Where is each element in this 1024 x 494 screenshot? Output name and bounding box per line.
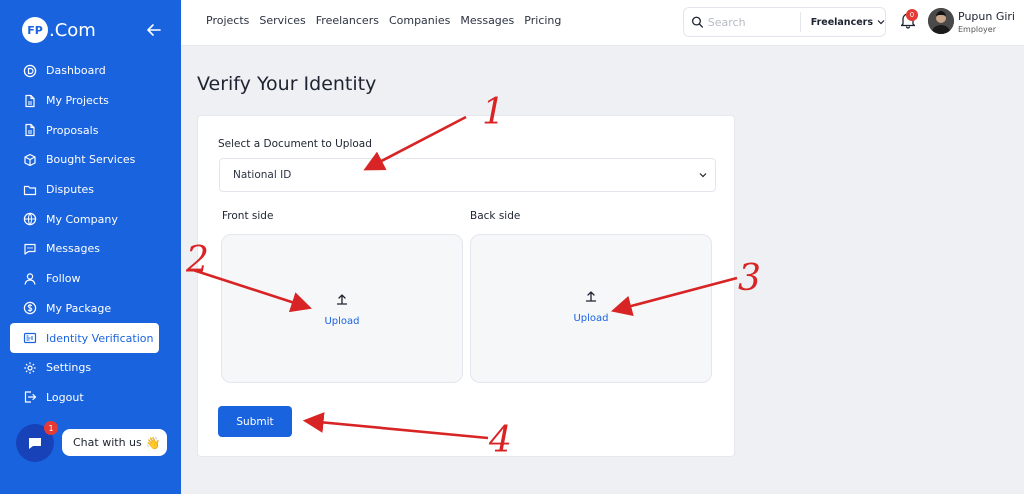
top-nav-messages[interactable]: Messages xyxy=(460,14,514,27)
sidebar-item-settings[interactable]: Settings xyxy=(10,353,172,383)
top-nav-projects[interactable]: Projects xyxy=(206,14,249,27)
back-upload-area[interactable]: Upload xyxy=(470,234,712,383)
globe-icon xyxy=(23,212,37,226)
sidebar-item-identity-verification[interactable]: Identity Verification xyxy=(10,323,159,353)
logout-icon xyxy=(23,390,37,404)
dollar-icon xyxy=(23,301,37,315)
sidebar-item-label: My Package xyxy=(46,301,112,315)
sidebar-item-proposals[interactable]: Proposals xyxy=(10,115,172,145)
chat-with-us[interactable]: Chat with us 👋 xyxy=(62,429,167,456)
search-input[interactable] xyxy=(707,15,798,29)
annotation-number-2: 2 xyxy=(186,240,209,281)
sidebar-item-label: Dashboard xyxy=(46,64,106,78)
document-type-value: National ID xyxy=(233,169,292,181)
front-upload-area[interactable]: Upload xyxy=(221,234,463,383)
sidebar-item-label: Disputes xyxy=(46,183,95,197)
sidebar-item-label: Settings xyxy=(46,361,92,375)
upload-icon xyxy=(585,291,597,302)
logo[interactable]: FP .Com xyxy=(22,17,96,43)
sidebar-item-label: Identity Verification xyxy=(46,331,154,345)
gear-icon xyxy=(23,361,37,375)
folder-icon xyxy=(23,183,37,197)
chat-icon xyxy=(29,438,41,449)
wave-emoji: 👋 xyxy=(145,435,161,450)
user-name: Pupun Giri xyxy=(958,10,1015,23)
sidebar-nav: Dashboard My Projects Proposals Bought Serv… xyxy=(10,56,172,412)
upload-icon xyxy=(336,294,348,305)
sidebar-item-label: Logout xyxy=(46,390,84,404)
chevron-down-icon xyxy=(699,173,707,178)
chat-label: Chat with us xyxy=(73,436,142,449)
sidebar-item-label: Bought Services xyxy=(46,153,136,167)
front-upload-link[interactable]: Upload xyxy=(324,316,359,327)
topbar: Projects Services Freelancers Companies … xyxy=(181,0,1024,46)
sidebar-item-logout[interactable]: Logout xyxy=(10,383,172,413)
sidebar: FP .Com Dashboard My Projects Proposals Bou… xyxy=(0,0,181,494)
sidebar-item-my-projects[interactable]: My Projects xyxy=(10,86,172,116)
sidebar-item-my-company[interactable]: My Company xyxy=(10,204,172,234)
box-icon xyxy=(23,153,37,167)
search-divider xyxy=(799,12,801,32)
document-icon xyxy=(23,94,37,108)
sidebar-item-label: Messages xyxy=(46,242,100,256)
top-nav: Projects Services Freelancers Companies … xyxy=(206,14,561,27)
top-nav-freelancers[interactable]: Freelancers xyxy=(316,14,379,27)
sidebar-item-disputes[interactable]: Disputes xyxy=(10,175,172,205)
id-card-icon xyxy=(23,331,37,345)
search-box: Freelancers xyxy=(683,7,886,37)
select-document-label: Select a Document to Upload xyxy=(218,138,372,150)
document-icon xyxy=(23,123,37,137)
chevron-down-icon xyxy=(877,20,885,25)
chat-badge: 1 xyxy=(44,421,58,435)
notification-badge: 0 xyxy=(906,9,918,21)
top-nav-pricing[interactable]: Pricing xyxy=(524,14,561,27)
sidebar-item-messages[interactable]: Messages xyxy=(10,234,172,264)
search-category-dropdown[interactable]: Freelancers xyxy=(811,17,885,28)
search-icon xyxy=(692,16,704,28)
sidebar-item-label: Follow xyxy=(46,272,81,286)
logo-text: .Com xyxy=(49,19,96,41)
front-side-label: Front side xyxy=(222,210,274,222)
search-category-label: Freelancers xyxy=(810,16,873,28)
user-photo xyxy=(928,8,954,34)
sidebar-item-my-package[interactable]: My Package xyxy=(10,294,172,324)
message-icon xyxy=(23,242,37,256)
submit-button[interactable]: Submit xyxy=(218,406,292,437)
back-side-label: Back side xyxy=(470,210,521,222)
dashboard-icon xyxy=(23,64,37,78)
back-arrow-icon[interactable] xyxy=(146,22,162,38)
top-nav-services[interactable]: Services xyxy=(259,14,305,27)
page-title: Verify Your Identity xyxy=(197,73,377,95)
logo-badge: FP xyxy=(22,17,48,43)
top-nav-companies[interactable]: Companies xyxy=(389,14,450,27)
sidebar-item-bought-services[interactable]: Bought Services xyxy=(10,145,172,175)
sidebar-item-dashboard[interactable]: Dashboard xyxy=(10,56,172,86)
document-type-select[interactable]: National ID xyxy=(219,158,716,192)
user-icon xyxy=(23,272,37,286)
user-role: Employer xyxy=(958,25,996,34)
sidebar-item-follow[interactable]: Follow xyxy=(10,264,172,294)
verification-card: Select a Document to Upload National ID … xyxy=(197,115,735,457)
back-upload-link[interactable]: Upload xyxy=(573,313,608,324)
annotation-number-3: 3 xyxy=(738,258,761,299)
sidebar-item-label: My Projects xyxy=(46,94,109,108)
avatar[interactable] xyxy=(928,8,954,34)
annotation-number-1: 1 xyxy=(482,92,505,133)
annotation-number-4: 4 xyxy=(489,420,512,461)
sidebar-item-label: Proposals xyxy=(46,123,99,137)
sidebar-item-label: My Company xyxy=(46,212,118,226)
